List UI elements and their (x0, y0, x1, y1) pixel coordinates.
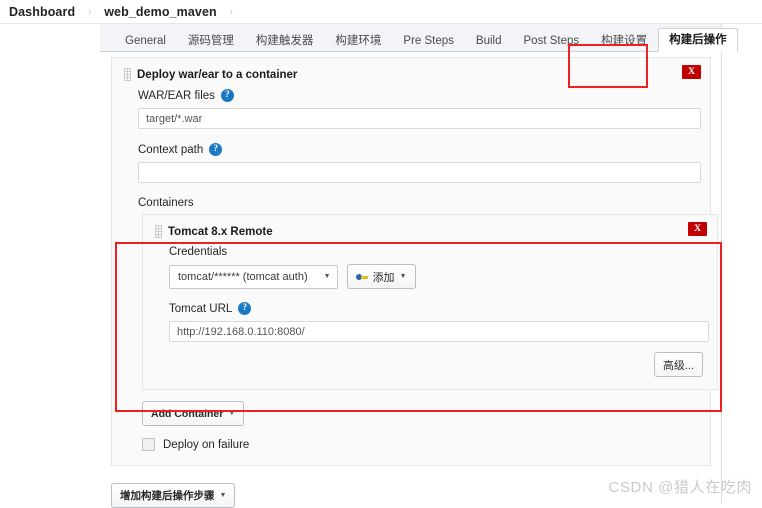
deploy-block-title: Deploy war/ear to a container (137, 68, 298, 81)
credentials-label: Credentials (169, 246, 228, 258)
credentials-select[interactable]: tomcat/****** (tomcat auth) ▼ (169, 264, 338, 289)
advanced-button[interactable]: 高级... (653, 352, 703, 377)
credentials-select-value: tomcat/****** (tomcat auth) (178, 270, 308, 283)
war-ear-files-label-row: WAR/EAR files ? (138, 89, 698, 102)
credentials-label-row: Credentials (169, 246, 705, 258)
drag-handle-icon[interactable] (155, 225, 162, 238)
watermark: CSDN @猎人在吃肉 (608, 479, 752, 496)
tab-build-triggers[interactable]: 构建触发器 (245, 29, 325, 53)
help-icon[interactable]: ? (238, 302, 252, 315)
tomcat-url-input[interactable] (169, 321, 709, 342)
key-icon (355, 273, 368, 281)
remove-container-button[interactable]: X (688, 222, 707, 236)
chevron-down-icon: ▼ (399, 273, 407, 280)
war-ear-files-input[interactable] (138, 108, 701, 129)
help-icon[interactable]: ? (209, 143, 223, 156)
advanced-row: 高级... (155, 352, 705, 377)
tab-build-env[interactable]: 构建环境 (324, 29, 392, 53)
war-ear-files-label: WAR/EAR files (138, 89, 215, 102)
sidebar (0, 24, 101, 503)
breadcrumb-item-dashboard[interactable]: Dashboard (6, 5, 78, 19)
breadcrumb: Dashboard › web_demo_maven › (0, 0, 762, 24)
context-path-label: Context path (138, 143, 204, 156)
tab-post-build-actions[interactable]: 构建后操作 (658, 27, 738, 52)
tomcat-url-label-row: Tomcat URL ? (169, 302, 705, 315)
deploy-war-block: X Deploy war/ear to a container WAR/EAR … (111, 57, 718, 466)
content-area: General 源码管理 构建触发器 构建环境 Pre Steps Build … (100, 24, 738, 508)
tab-build-settings[interactable]: 构建设置 (590, 29, 658, 53)
chevron-down-icon: ▼ (228, 410, 236, 417)
tab-build[interactable]: Build (465, 29, 513, 53)
tomcat-url-label: Tomcat URL (169, 302, 233, 315)
deploy-on-failure-row: Deploy on failure (142, 438, 698, 451)
right-margin (723, 24, 762, 503)
add-container-label: Add Container (151, 407, 224, 420)
help-icon[interactable]: ? (220, 89, 234, 102)
chevron-down-icon: ▼ (323, 273, 331, 280)
breadcrumb-item-job[interactable]: web_demo_maven (101, 5, 220, 19)
tab-pre-steps[interactable]: Pre Steps (392, 29, 465, 53)
container-title: Tomcat 8.x Remote (168, 225, 273, 238)
add-credentials-label: 添加 (372, 271, 395, 284)
breadcrumb-separator-icon: › (88, 6, 92, 16)
tab-scm[interactable]: 源码管理 (177, 29, 245, 53)
tab-post-steps[interactable]: Post Steps (513, 29, 591, 53)
drag-handle-icon[interactable] (124, 68, 131, 81)
add-post-build-step-button[interactable]: 增加构建后操作步骤 ▼ (111, 483, 236, 508)
breadcrumb-separator-trailing-icon: › (229, 6, 233, 16)
config-tabbar: General 源码管理 构建触发器 构建环境 Pre Steps Build … (100, 24, 738, 53)
context-path-input[interactable] (138, 162, 701, 183)
remove-deploy-block-button[interactable]: X (682, 65, 701, 79)
container-header: Tomcat 8.x Remote (155, 225, 705, 238)
add-container-button[interactable]: Add Container ▼ (142, 401, 245, 426)
containers-label: Containers (138, 197, 194, 209)
credentials-row: tomcat/****** (tomcat auth) ▼ 添加 ▼ (169, 264, 705, 289)
chevron-down-icon: ▼ (219, 492, 227, 499)
page-body: General 源码管理 构建触发器 构建环境 Pre Steps Build … (0, 24, 762, 508)
deploy-block-header: Deploy war/ear to a container (124, 68, 698, 81)
add-credentials-button[interactable]: 添加 ▼ (346, 264, 416, 289)
add-post-build-step-row: 增加构建后操作步骤 ▼ (111, 483, 236, 508)
add-post-build-step-label: 增加构建后操作步骤 (120, 490, 215, 502)
deploy-on-failure-checkbox[interactable] (142, 438, 155, 451)
tab-general[interactable]: General (114, 29, 177, 53)
add-container-row: Add Container ▼ (142, 401, 698, 426)
context-path-label-row: Context path ? (138, 143, 698, 156)
deploy-on-failure-label: Deploy on failure (163, 438, 250, 451)
container-panel-tomcat: X Tomcat 8.x Remote Credentials tomcat/*… (142, 214, 718, 390)
